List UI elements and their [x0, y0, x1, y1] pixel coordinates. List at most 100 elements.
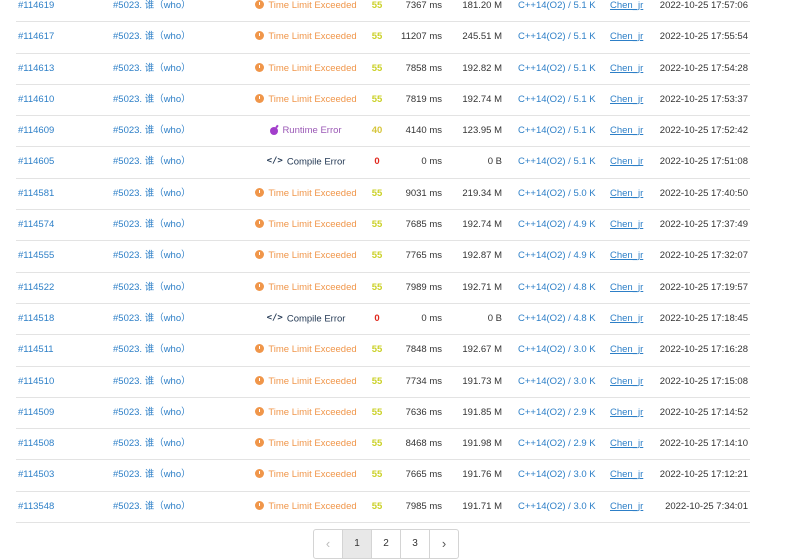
score: 55	[371, 406, 383, 418]
language-link[interactable]: C++14(O2) / 3.0 K	[518, 492, 596, 522]
user-link[interactable]: Chen_jr	[610, 398, 643, 428]
bomb-icon	[270, 126, 279, 135]
problem-link[interactable]: #5023. 谁（who）	[113, 54, 191, 84]
language-link[interactable]: C++14(O2) / 3.0 K	[518, 460, 596, 490]
submission-id-link[interactable]: #114581	[18, 179, 54, 209]
submission-id-link[interactable]: #114509	[18, 398, 54, 428]
problem-link[interactable]: #5023. 谁（who）	[113, 0, 191, 21]
submission-id-link[interactable]: #113548	[18, 492, 54, 522]
status-link[interactable]: Time Limit Exceeded	[250, 85, 362, 115]
problem-link[interactable]: #5023. 谁（who）	[113, 210, 191, 240]
language-link[interactable]: C++14(O2) / 2.9 K	[518, 398, 596, 428]
status-link[interactable]: Time Limit Exceeded	[250, 210, 362, 240]
language-link[interactable]: C++14(O2) / 2.9 K	[518, 429, 596, 459]
submission-id-link[interactable]: #114508	[18, 429, 54, 459]
submission-id-link[interactable]: #114522	[18, 273, 54, 303]
language-link[interactable]: C++14(O2) / 5.1 K	[518, 85, 596, 115]
prev-page-button[interactable]: ‹	[314, 530, 342, 558]
status-link[interactable]: Time Limit Exceeded	[250, 179, 362, 209]
user-link[interactable]: Chen_jr	[610, 241, 643, 271]
status-link[interactable]: Time Limit Exceeded	[250, 273, 362, 303]
submission-id-link[interactable]: #114510	[18, 367, 54, 397]
status-link[interactable]: Time Limit Exceeded	[250, 398, 362, 428]
problem-link[interactable]: #5023. 谁（who）	[113, 492, 191, 522]
problem-link[interactable]: #5023. 谁（who）	[113, 304, 191, 334]
user-link[interactable]: Chen_jr	[610, 179, 643, 209]
problem-link[interactable]: #5023. 谁（who）	[113, 116, 191, 146]
user-link[interactable]: Chen_jr	[610, 54, 643, 84]
language-link[interactable]: C++14(O2) / 5.0 K	[518, 179, 596, 209]
user-link[interactable]: Chen_jr	[610, 116, 643, 146]
problem-link[interactable]: #5023. 谁（who）	[113, 335, 191, 365]
status-link[interactable]: </> Compile Error	[250, 147, 362, 178]
page-2-button[interactable]: 2	[371, 530, 400, 558]
user-link[interactable]: Chen_jr	[610, 147, 643, 177]
problem-link[interactable]: #5023. 谁（who）	[113, 367, 191, 397]
submission-id-link[interactable]: #114605	[18, 147, 54, 177]
submission-id-link[interactable]: #114503	[18, 460, 54, 490]
time-value: 9031 ms	[405, 187, 442, 199]
submission-id-link[interactable]: #114610	[18, 85, 54, 115]
user-link[interactable]: Chen_jr	[610, 273, 643, 303]
language-link[interactable]: C++14(O2) / 5.1 K	[518, 54, 596, 84]
submission-id-link[interactable]: #114619	[18, 0, 54, 21]
status-link[interactable]: Time Limit Exceeded	[250, 492, 362, 522]
problem-link[interactable]: #5023. 谁（who）	[113, 429, 191, 459]
status-link[interactable]: Time Limit Exceeded	[250, 367, 362, 397]
language-link[interactable]: C++14(O2) / 4.8 K	[518, 304, 596, 334]
status-label: Time Limit Exceeded	[268, 62, 357, 74]
problem-link[interactable]: #5023. 谁（who）	[113, 241, 191, 271]
status-label: Time Limit Exceeded	[268, 375, 357, 387]
score: 55	[371, 93, 383, 105]
next-page-button[interactable]: ›	[429, 530, 458, 558]
language-link[interactable]: C++14(O2) / 5.1 K	[518, 116, 596, 146]
submission-id-link[interactable]: #114511	[18, 335, 54, 365]
language-link[interactable]: C++14(O2) / 5.1 K	[518, 0, 596, 21]
submission-id-link[interactable]: #114613	[18, 54, 54, 84]
page-1-button[interactable]: 1	[342, 530, 371, 558]
user-link[interactable]: Chen_jr	[610, 335, 643, 365]
time-value: 7848 ms	[405, 344, 442, 356]
user-link[interactable]: Chen_jr	[610, 367, 643, 397]
user-link[interactable]: Chen_jr	[610, 22, 643, 52]
status-link[interactable]: Time Limit Exceeded	[250, 54, 362, 84]
language-link[interactable]: C++14(O2) / 3.0 K	[518, 367, 596, 397]
time-value: 7685 ms	[405, 219, 442, 231]
status-link[interactable]: Runtime Error	[250, 116, 362, 146]
status-link[interactable]: Time Limit Exceeded	[250, 22, 362, 52]
problem-link[interactable]: #5023. 谁（who）	[113, 147, 191, 177]
user-link[interactable]: Chen_jr	[610, 429, 643, 459]
status-link[interactable]: </> Compile Error	[250, 304, 362, 335]
submission-id-link[interactable]: #114609	[18, 116, 54, 146]
language-link[interactable]: C++14(O2) / 4.9 K	[518, 241, 596, 271]
user-link[interactable]: Chen_jr	[610, 304, 643, 334]
page-3-button[interactable]: 3	[400, 530, 429, 558]
language-link[interactable]: C++14(O2) / 5.1 K	[518, 22, 596, 52]
submit-time: 2022-10-25 17:18:45	[659, 312, 748, 324]
user-link[interactable]: Chen_jr	[610, 0, 643, 21]
user-link[interactable]: Chen_jr	[610, 460, 643, 490]
problem-link[interactable]: #5023. 谁（who）	[113, 273, 191, 303]
submission-id-link[interactable]: #114555	[18, 241, 54, 271]
status-link[interactable]: Time Limit Exceeded	[250, 335, 362, 365]
submission-id-link[interactable]: #114617	[18, 22, 54, 52]
problem-link[interactable]: #5023. 谁（who）	[113, 22, 191, 52]
status-link[interactable]: Time Limit Exceeded	[250, 460, 362, 490]
problem-link[interactable]: #5023. 谁（who）	[113, 398, 191, 428]
status-link[interactable]: Time Limit Exceeded	[250, 429, 362, 459]
submission-id-link[interactable]: #114574	[18, 210, 54, 240]
problem-link[interactable]: #5023. 谁（who）	[113, 179, 191, 209]
user-link[interactable]: Chen_jr	[610, 492, 643, 522]
submission-id-link[interactable]: #114518	[18, 304, 54, 334]
problem-link[interactable]: #5023. 谁（who）	[113, 85, 191, 115]
user-link[interactable]: Chen_jr	[610, 210, 643, 240]
language-link[interactable]: C++14(O2) / 5.1 K	[518, 147, 596, 177]
user-link[interactable]: Chen_jr	[610, 85, 643, 115]
language-link[interactable]: C++14(O2) / 4.9 K	[518, 210, 596, 240]
status-link[interactable]: Time Limit Exceeded	[250, 0, 362, 21]
status-link[interactable]: Time Limit Exceeded	[250, 241, 362, 271]
language-link[interactable]: C++14(O2) / 4.8 K	[518, 273, 596, 303]
language-link[interactable]: C++14(O2) / 3.0 K	[518, 335, 596, 365]
status-label: Time Limit Exceeded	[268, 187, 357, 199]
problem-link[interactable]: #5023. 谁（who）	[113, 460, 191, 490]
